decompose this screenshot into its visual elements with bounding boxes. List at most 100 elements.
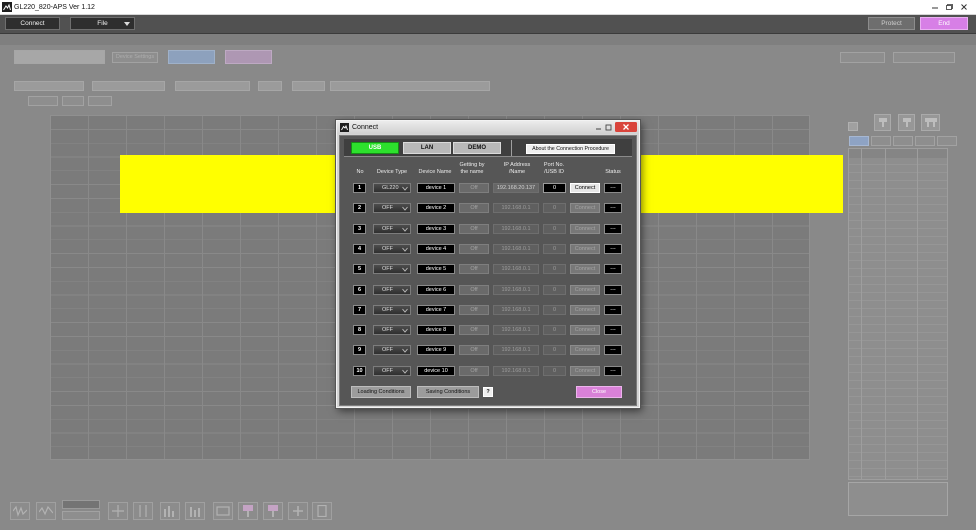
tab-lan[interactable]: LAN xyxy=(403,142,451,154)
device-name-field[interactable]: device 4 xyxy=(417,243,455,254)
minimize-icon[interactable] xyxy=(594,123,603,132)
trace-tab[interactable] xyxy=(871,136,891,146)
row-connect-button[interactable]: Connect xyxy=(570,325,600,336)
name-input[interactable] xyxy=(14,50,105,64)
view-tab[interactable] xyxy=(62,96,84,106)
protect-button[interactable]: Protect xyxy=(868,17,915,30)
trace-tab[interactable] xyxy=(893,136,913,146)
row-connect-button[interactable]: Connect xyxy=(570,365,600,376)
getting-by-name-toggle[interactable]: Off xyxy=(459,345,489,356)
tab-demo[interactable]: DEMO xyxy=(453,142,501,154)
ip-address-field[interactable]: 192.168.0.1 xyxy=(493,264,539,275)
ip-address-field[interactable]: 192.168.0.1 xyxy=(493,345,539,356)
trace-tab[interactable] xyxy=(915,136,935,146)
end-button[interactable]: End xyxy=(920,17,968,30)
device-name-field[interactable]: device 5 xyxy=(417,264,455,275)
device-name-field[interactable]: device 8 xyxy=(417,325,455,336)
port-usb-id-field[interactable]: 0 xyxy=(543,223,566,234)
device-name-field[interactable]: device 10 xyxy=(417,365,455,376)
row-connect-button[interactable]: Connect xyxy=(570,183,600,193)
row-connect-button[interactable]: Connect xyxy=(570,203,600,214)
view-tab[interactable] xyxy=(88,96,112,106)
row-connect-button[interactable]: Connect xyxy=(570,243,600,254)
device-name-field[interactable]: device 6 xyxy=(417,284,455,295)
getting-by-name-toggle[interactable]: Off xyxy=(459,304,489,315)
waveform-button[interactable] xyxy=(10,502,30,520)
port-usb-id-field[interactable]: 0 xyxy=(543,264,566,275)
tab-usb[interactable]: USB xyxy=(351,142,399,154)
device-type-select[interactable]: OFF xyxy=(373,223,411,234)
ip-address-field[interactable]: 192.168.0.1 xyxy=(493,243,539,254)
getting-by-name-toggle[interactable]: Off xyxy=(459,264,489,275)
panel-toggle-icon[interactable] xyxy=(848,122,858,131)
row-connect-button[interactable]: Connect xyxy=(570,223,600,234)
port-usb-id-field[interactable]: 0 xyxy=(543,203,566,214)
port-usb-id-field[interactable]: 0 xyxy=(543,284,566,295)
device-type-select[interactable]: OFF xyxy=(373,203,411,214)
ip-address-field[interactable]: 192.168.0.1 xyxy=(493,365,539,376)
close-icon[interactable] xyxy=(615,122,637,132)
trace-table[interactable] xyxy=(848,148,948,480)
device-type-select[interactable]: GL220 xyxy=(373,183,411,193)
page-button[interactable] xyxy=(312,502,332,520)
row-connect-button[interactable]: Connect xyxy=(570,284,600,295)
blue-action-button[interactable] xyxy=(168,50,215,64)
port-usb-id-field[interactable]: 0 xyxy=(543,243,566,254)
device-name-field[interactable]: device 7 xyxy=(417,304,455,315)
device-name-field[interactable]: device 3 xyxy=(417,223,455,234)
port-usb-id-field[interactable]: 0 xyxy=(543,304,566,315)
cursor-button[interactable] xyxy=(108,502,128,520)
waveform-button[interactable] xyxy=(36,502,56,520)
minimize-icon[interactable] xyxy=(929,2,941,12)
device-type-select[interactable]: OFF xyxy=(373,284,411,295)
device-type-select[interactable]: OFF xyxy=(373,345,411,356)
port-usb-id-field[interactable]: 0 xyxy=(543,325,566,336)
about-connection-procedure-button[interactable]: About the Connection Procedure xyxy=(526,144,615,154)
connect-button[interactable]: Connect xyxy=(5,17,60,30)
bar-button[interactable] xyxy=(185,502,205,520)
port-usb-id-field[interactable]: 0 xyxy=(543,345,566,356)
ip-address-field[interactable]: 192.168.0.1 xyxy=(493,284,539,295)
marker-button[interactable] xyxy=(921,114,940,131)
port-usb-id-field[interactable]: 0 xyxy=(543,365,566,376)
row-connect-button[interactable]: Connect xyxy=(570,304,600,315)
zoom-button[interactable] xyxy=(62,511,100,520)
device-type-select[interactable]: OFF xyxy=(373,304,411,315)
row-connect-button[interactable]: Connect xyxy=(570,264,600,275)
bar-button[interactable] xyxy=(160,502,180,520)
getting-by-name-toggle[interactable]: Off xyxy=(459,223,489,234)
getting-by-name-toggle[interactable]: Off xyxy=(459,243,489,254)
right-display-button[interactable] xyxy=(893,52,955,63)
frame-button[interactable] xyxy=(213,502,233,520)
maximize-icon[interactable] xyxy=(604,123,613,132)
help-button[interactable]: ? xyxy=(483,387,493,397)
close-button[interactable]: Close xyxy=(576,386,622,398)
getting-by-name-toggle[interactable]: Off xyxy=(459,365,489,376)
getting-by-name-toggle[interactable]: Off xyxy=(459,183,489,193)
device-name-field[interactable]: device 2 xyxy=(417,203,455,214)
ip-address-field[interactable]: 192.168.20.137 xyxy=(493,183,539,193)
device-type-select[interactable]: OFF xyxy=(373,365,411,376)
trace-tab[interactable] xyxy=(937,136,957,146)
getting-by-name-toggle[interactable]: Off xyxy=(459,203,489,214)
getting-by-name-toggle[interactable]: Off xyxy=(459,284,489,295)
saving-conditions-button[interactable]: Saving Conditions xyxy=(417,386,479,398)
device-settings-button[interactable]: Device Settings xyxy=(112,52,158,63)
ip-address-field[interactable]: 192.168.0.1 xyxy=(493,203,539,214)
device-type-select[interactable]: OFF xyxy=(373,243,411,254)
right-settings-button[interactable] xyxy=(840,52,885,63)
marker-set-button[interactable] xyxy=(238,502,258,520)
close-icon[interactable] xyxy=(958,2,970,12)
view-tab[interactable] xyxy=(28,96,58,106)
file-menu-button[interactable]: File xyxy=(70,17,135,30)
marker-button[interactable] xyxy=(898,114,915,131)
device-name-field[interactable]: device 1 xyxy=(417,183,455,193)
loading-conditions-button[interactable]: Loading Conditions xyxy=(351,386,411,398)
ip-address-field[interactable]: 192.168.0.1 xyxy=(493,304,539,315)
pink-action-button[interactable] xyxy=(225,50,272,64)
device-name-field[interactable]: device 9 xyxy=(417,345,455,356)
getting-by-name-toggle[interactable]: Off xyxy=(459,325,489,336)
port-usb-id-field[interactable]: 0 xyxy=(543,183,566,193)
ip-address-field[interactable]: 192.168.0.1 xyxy=(493,223,539,234)
trace-tab[interactable] xyxy=(849,136,869,146)
